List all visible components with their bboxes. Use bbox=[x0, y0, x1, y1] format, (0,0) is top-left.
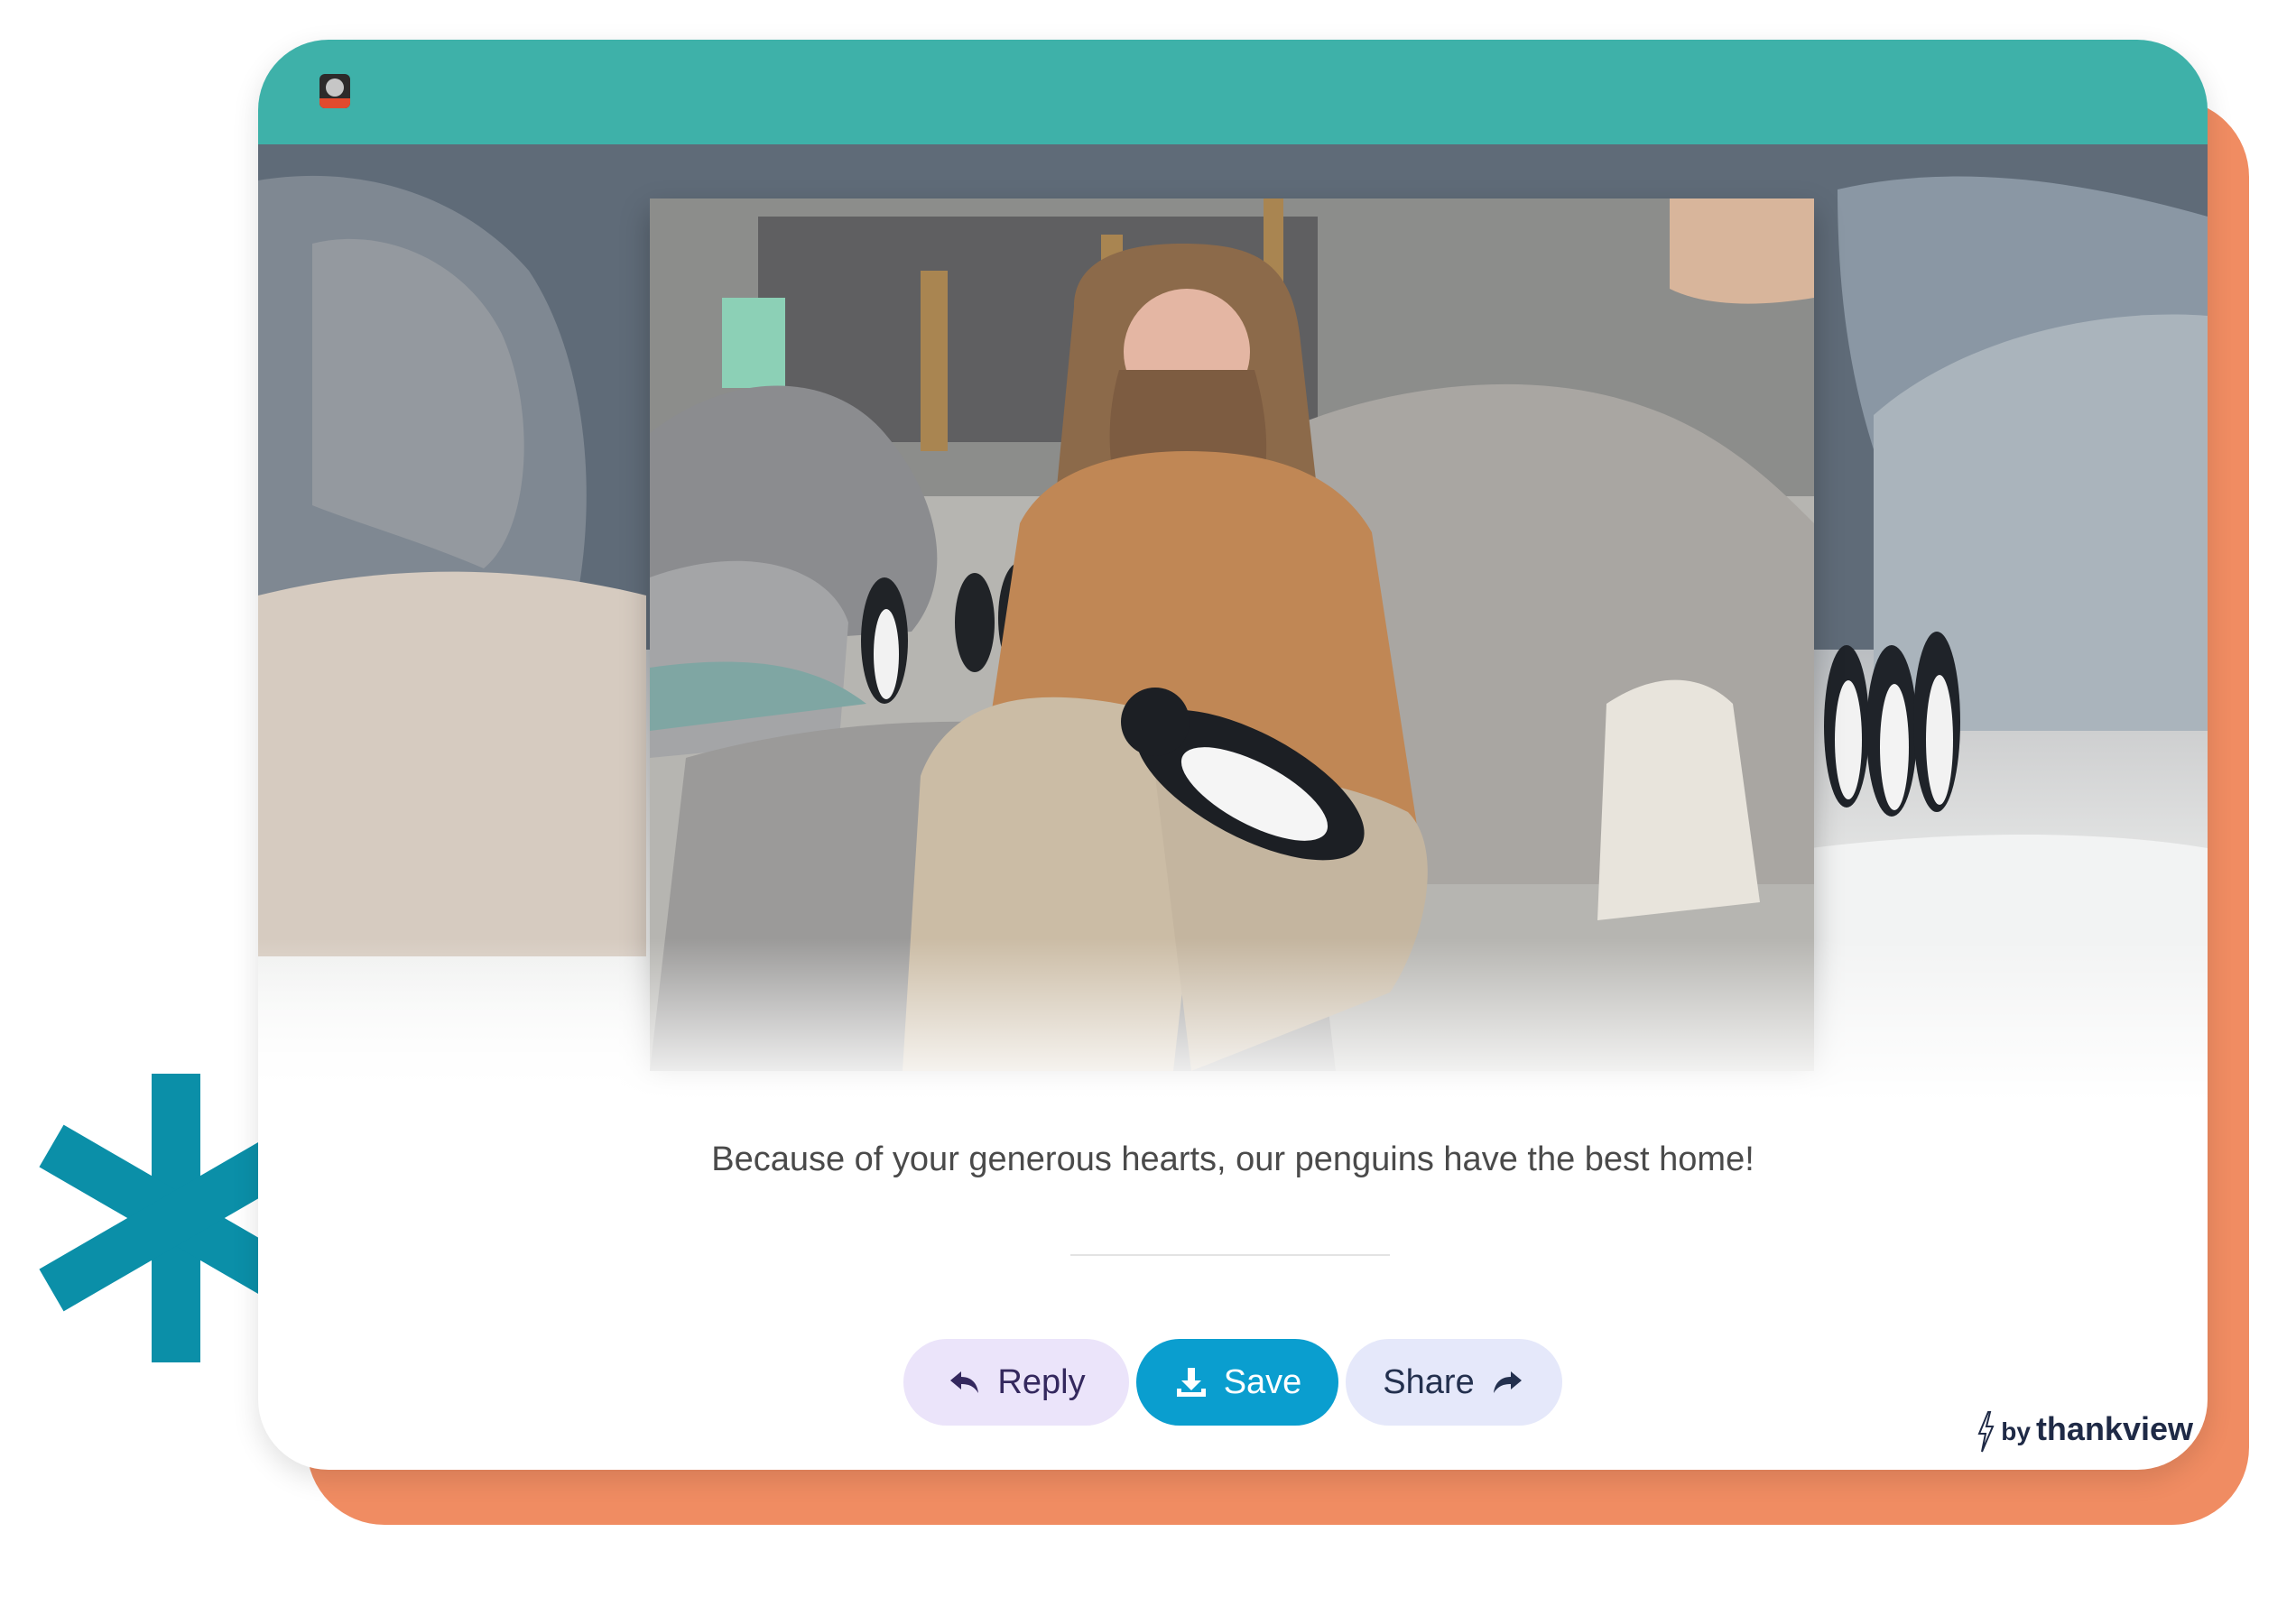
reply-arrow-icon bbox=[950, 1371, 979, 1393]
save-button[interactable]: Save bbox=[1136, 1339, 1338, 1426]
hero-bottom-fade bbox=[258, 938, 2208, 1101]
lightning-bolt-icon bbox=[1977, 1411, 1995, 1453]
video-hero bbox=[258, 144, 2208, 1101]
share-arrow-icon bbox=[1493, 1371, 1522, 1393]
thankview-branding[interactable]: by thankview bbox=[1976, 1410, 2193, 1454]
divider bbox=[1070, 1254, 1390, 1256]
share-button[interactable]: Share bbox=[1346, 1339, 1562, 1426]
page-stage: Because of your generous hearts, our pen… bbox=[0, 0, 2296, 1597]
brand-by: by bbox=[2001, 1417, 2031, 1445]
thankview-card: Because of your generous hearts, our pen… bbox=[258, 40, 2208, 1470]
download-icon bbox=[1176, 1368, 1206, 1397]
zoo-logo-icon[interactable] bbox=[319, 74, 350, 108]
header-bar bbox=[258, 40, 2208, 144]
save-label: Save bbox=[1223, 1362, 1302, 1401]
reply-label: Reply bbox=[997, 1362, 1086, 1401]
brand-name: thankview bbox=[2035, 1410, 2193, 1447]
reply-button[interactable]: Reply bbox=[903, 1339, 1129, 1426]
action-buttons: Reply Save Share bbox=[258, 1339, 2208, 1426]
message-caption: Because of your generous hearts, our pen… bbox=[711, 1140, 1754, 1178]
share-label: Share bbox=[1383, 1362, 1475, 1401]
